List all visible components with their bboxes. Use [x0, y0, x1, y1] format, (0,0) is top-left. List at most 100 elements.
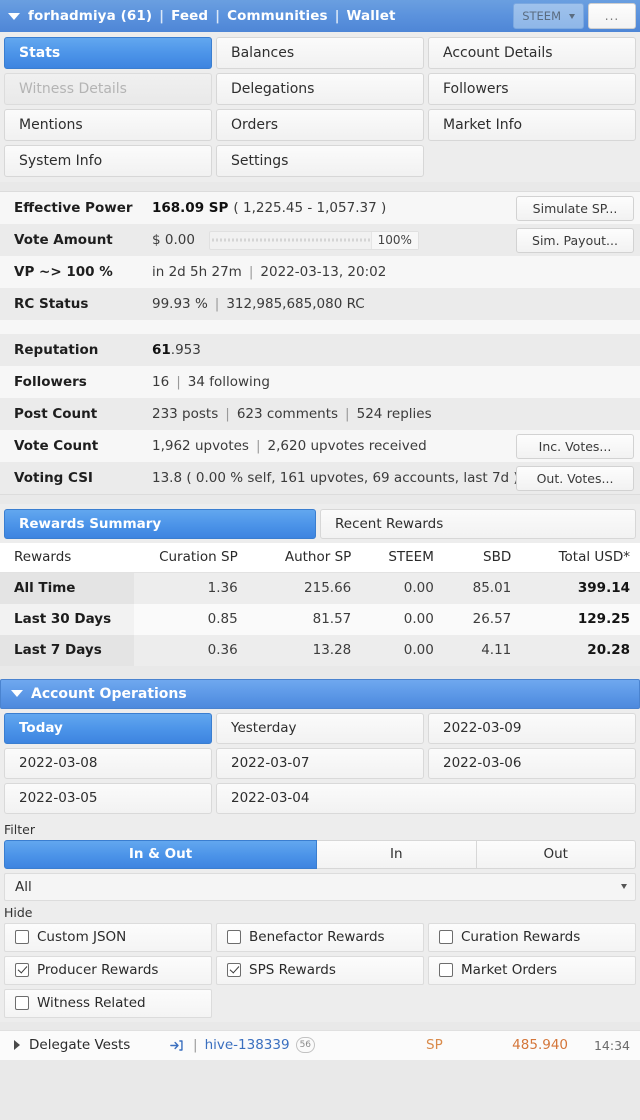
stats-row-voting-power: VP ~> 100 % in 2d 5h 27m | 2022-03-13, 2… — [0, 256, 640, 288]
tab-settings[interactable]: Settings — [216, 145, 424, 177]
checkbox-label: Benefactor Rewards — [249, 929, 385, 945]
rc-percent: 99.93 % — [152, 296, 208, 312]
operation-type-select[interactable]: All — [4, 872, 636, 901]
account-menu-caret-down-icon[interactable] — [8, 12, 20, 20]
reputation-value: 61 .953 — [152, 342, 640, 358]
incoming-votes-button[interactable]: Inc. Votes... — [516, 433, 634, 459]
topbar-link-communities[interactable]: Communities — [227, 8, 328, 24]
checkbox-witness-related[interactable]: Witness Related — [4, 988, 212, 1018]
stats-row-rc-status: RC Status 99.93 % | 312,985,685,080 RC — [0, 288, 640, 320]
topbar-links-group: forhadmiya (61) | Feed | Communities | W… — [8, 8, 513, 24]
tab-witness-details[interactable]: Witness Details — [4, 73, 212, 105]
date-button-2022-03-06[interactable]: 2022-03-06 — [428, 747, 636, 779]
checkbox-label: Witness Related — [37, 995, 146, 1011]
date-button-2022-03-08[interactable]: 2022-03-08 — [4, 747, 212, 779]
direction-filter-segmented-control: In & Out In Out — [0, 839, 640, 869]
effective-power-label: Effective Power — [14, 200, 133, 216]
followers-label: Followers — [14, 374, 87, 390]
vote-count-pipe: | — [255, 438, 261, 454]
tab-market-info[interactable]: Market Info — [428, 109, 636, 141]
account-operations-header[interactable]: Account Operations — [0, 678, 640, 709]
followers-value: 16 | 34 following — [152, 374, 640, 390]
date-button-2022-03-07[interactable]: 2022-03-07 — [216, 747, 424, 779]
operation-target-cell: | hive-138339 56 — [169, 1037, 316, 1053]
filter-button-in[interactable]: In — [317, 839, 477, 869]
checkbox-custom-json[interactable]: Custom JSON — [4, 922, 212, 952]
operation-row-delegate-vests[interactable]: Delegate Vests | hive-138339 56 SP 485.9… — [0, 1029, 640, 1060]
vote-power-progress-bar: 100% — [208, 230, 419, 250]
date-button-2022-03-04[interactable]: 2022-03-04 — [216, 782, 636, 814]
replies-count: 524 replies — [356, 406, 432, 422]
checkbox-checked-icon — [15, 963, 29, 977]
operation-symbol: SP — [426, 1037, 443, 1053]
cell-author-sp-last-30-days: 81.57 — [247, 603, 362, 635]
stats-row-effective-power: Effective Power 168.09 SP ( 1,225.45 - 1… — [0, 192, 640, 224]
expand-caret-right-icon[interactable] — [14, 1040, 20, 1050]
following-count: 34 following — [187, 374, 270, 390]
tab-rewards-summary[interactable]: Rewards Summary — [4, 509, 316, 539]
voting-power-pipe: | — [248, 264, 254, 280]
filter-section-label: Filter — [0, 817, 640, 840]
hide-grid-filler-2 — [428, 989, 636, 1018]
checkbox-sps-rewards[interactable]: SPS Rewards — [216, 955, 424, 985]
account-operations-caret-down-icon — [11, 690, 23, 697]
tab-delegations[interactable]: Delegations — [216, 73, 424, 105]
table-row: Last 7 Days 0.36 13.28 0.00 4.11 20.28 — [0, 634, 640, 666]
checkbox-producer-rewards[interactable]: Producer Rewards — [4, 955, 212, 985]
operation-type-select-row: All — [0, 868, 640, 901]
operation-target-link[interactable]: hive-138339 — [205, 1037, 290, 1053]
tab-balances[interactable]: Balances — [216, 37, 424, 69]
col-header-rewards: Rewards — [0, 543, 135, 573]
filter-button-out[interactable]: Out — [476, 839, 636, 869]
rewards-table-body: All Time 1.36 215.66 0.00 85.01 399.14 L… — [0, 572, 640, 666]
date-button-2022-03-09[interactable]: 2022-03-09 — [428, 712, 636, 744]
date-filter-grid: Today Yesterday 2022-03-09 2022-03-08 20… — [0, 708, 640, 818]
operation-amount: 485.940 — [512, 1037, 568, 1053]
currency-selector-button[interactable]: STEEM — [513, 3, 584, 29]
checkbox-box-icon — [15, 996, 29, 1010]
checkbox-label: SPS Rewards — [249, 962, 336, 978]
operation-count-badge: 56 — [295, 1037, 316, 1053]
tab-mentions[interactable]: Mentions — [4, 109, 212, 141]
date-button-yesterday[interactable]: Yesterday — [216, 712, 424, 744]
cell-steem-last-30-days: 0.00 — [361, 603, 444, 635]
cell-author-sp-all-time: 215.66 — [247, 572, 362, 604]
col-header-total-usd: Total USD* — [521, 543, 640, 573]
currency-label: STEEM — [522, 9, 561, 23]
vote-count-label: Vote Count — [14, 438, 99, 454]
date-button-2022-03-05[interactable]: 2022-03-05 — [4, 782, 212, 814]
more-options-button[interactable]: ... — [588, 3, 636, 29]
col-header-steem: STEEM — [361, 543, 444, 573]
rc-pipe: | — [214, 296, 220, 312]
operation-name: Delegate Vests — [29, 1037, 131, 1053]
outgoing-votes-button[interactable]: Out. Votes... — [516, 465, 634, 491]
topbar-link-feed[interactable]: Feed — [171, 8, 208, 24]
tab-system-info[interactable]: System Info — [4, 145, 212, 177]
topbar-separator-1: | — [159, 8, 165, 24]
rc-amount: 312,985,685,080 RC — [226, 296, 365, 312]
row-period-last-30-days: Last 30 Days — [0, 603, 135, 635]
checkbox-curation-rewards[interactable]: Curation Rewards — [428, 922, 636, 952]
stats-table: Effective Power 168.09 SP ( 1,225.45 - 1… — [0, 191, 640, 495]
topbar-link-wallet[interactable]: Wallet — [347, 8, 396, 24]
upvotes-given: 1,962 upvotes — [152, 438, 249, 454]
voting-csi-label: Voting CSI — [14, 470, 93, 486]
post-count-value: 233 posts | 623 comments | 524 replies — [152, 406, 640, 422]
checkbox-benefactor-rewards[interactable]: Benefactor Rewards — [216, 922, 424, 952]
tab-orders[interactable]: Orders — [216, 109, 424, 141]
operation-pipe: | — [193, 1037, 198, 1053]
date-button-today[interactable]: Today — [4, 712, 212, 744]
tab-followers[interactable]: Followers — [428, 73, 636, 105]
filter-button-in-and-out[interactable]: In & Out — [4, 839, 317, 869]
tab-recent-rewards[interactable]: Recent Rewards — [320, 509, 636, 539]
simulate-sp-button[interactable]: Simulate SP... — [516, 195, 634, 221]
tab-empty-slot — [428, 145, 636, 177]
checkbox-market-orders[interactable]: Market Orders — [428, 955, 636, 985]
topbar-separator-3: | — [334, 8, 340, 24]
tab-account-details[interactable]: Account Details — [428, 37, 636, 69]
account-operations-title: Account Operations — [31, 685, 187, 702]
sim-payout-button[interactable]: Sim. Payout... — [516, 227, 634, 253]
voting-power-datetime: 2022-03-13, 20:02 — [260, 264, 387, 280]
tab-stats[interactable]: Stats — [4, 37, 212, 69]
account-name-label[interactable]: forhadmiya (61) — [28, 8, 152, 24]
